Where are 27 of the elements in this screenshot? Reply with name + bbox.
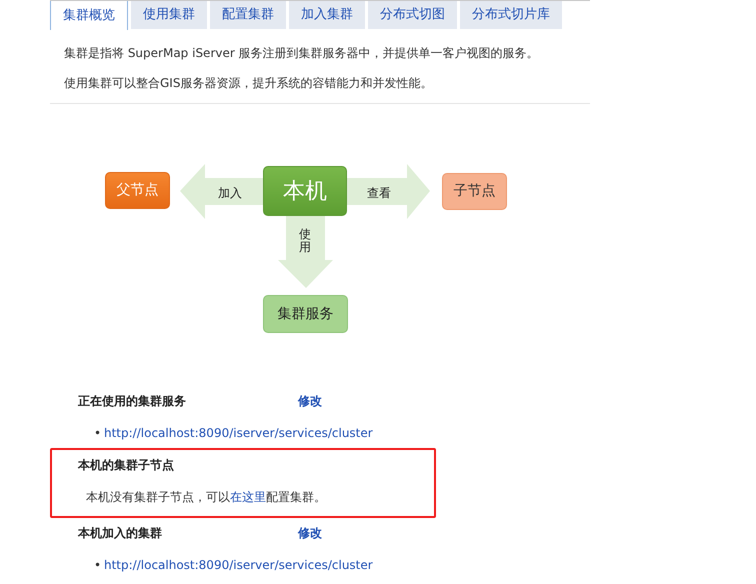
intro-text: 集群是指将 SuperMap iServer 服务注册到集群服务器中，并提供单一客户视图的服务。 — [64, 45, 540, 61]
section-heading: 正在使用的集群服务 — [78, 393, 187, 410]
tab[interactable]: 分布式切片库 — [460, 1, 562, 29]
arrow-label: 查看 — [367, 185, 391, 202]
url-link[interactable]: http://localhost:8090/iserver/services/cluster — [104, 558, 373, 572]
bullet: • — [94, 557, 102, 574]
local-node: 本机 — [263, 166, 347, 216]
message-text: 本机没有集群子节点，可以在这里配置集群。 — [86, 489, 327, 506]
arrow-label: 使用 — [299, 228, 311, 254]
tab[interactable]: 使用集群 — [131, 1, 207, 29]
arrow-label: 加入 — [218, 185, 242, 202]
tab[interactable]: 分布式切图 — [368, 1, 457, 29]
edit-link[interactable]: 修改 — [298, 394, 322, 408]
intro-text: 使用集群可以整合GIS服务器资源，提升系统的容错能力和并发性能。 — [64, 75, 434, 91]
url-link[interactable]: http://localhost:8090/iserver/services/cluster — [104, 426, 373, 440]
parent-node: 父节点 — [105, 172, 170, 209]
configure-link[interactable]: 在这里 — [230, 490, 266, 504]
edit-link[interactable]: 修改 — [298, 526, 322, 540]
tab[interactable]: 集群概览 — [50, 1, 128, 30]
child-node: 子节点 — [442, 173, 507, 210]
tab[interactable]: 加入集群 — [289, 1, 365, 29]
bullet: • — [94, 425, 102, 442]
tab[interactable]: 配置集群 — [210, 1, 286, 29]
arrow — [278, 216, 333, 288]
section-heading: 本机加入的集群 — [78, 525, 163, 542]
cluster-service-node: 集群服务 — [263, 295, 348, 333]
section-heading: 本机的集群子节点 — [78, 457, 175, 474]
